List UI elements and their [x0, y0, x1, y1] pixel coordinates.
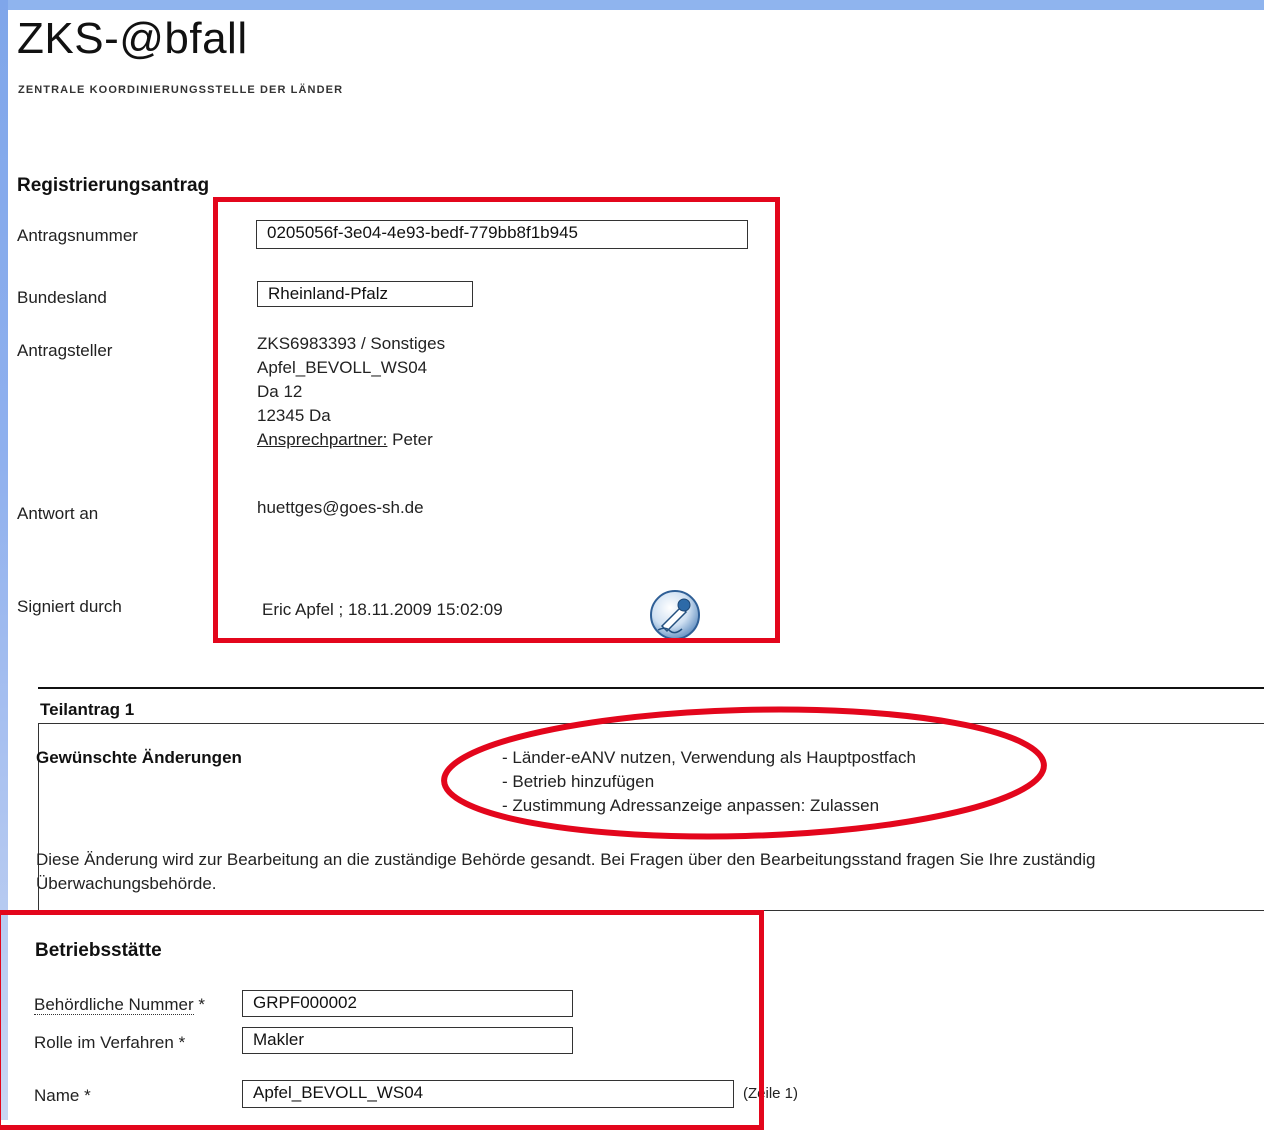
- highlight-changes-ellipse: [441, 706, 1047, 840]
- info-note: Diese Änderung wird zur Bearbeitung an d…: [36, 848, 1095, 896]
- section-divider: [38, 687, 1264, 689]
- info-note-line: Diese Änderung wird zur Bearbeitung an d…: [36, 850, 1096, 869]
- page: ZKS-@bfall ZENTRALE KOORDINIERUNGSSTELLE…: [0, 10, 1264, 1130]
- highlight-registration-box: [213, 197, 780, 643]
- signiert-durch-label: Signiert durch: [17, 597, 122, 616]
- antwort-an-label: Antwort an: [17, 504, 99, 523]
- logo-subtitle: ZENTRALE KOORDINIERUNGSSTELLE DER LÄNDER: [18, 84, 344, 96]
- window-top-border: [0, 0, 1264, 10]
- teilantrag-heading: Teilantrag 1: [40, 700, 135, 719]
- bundesland-label: Bundesland: [17, 288, 107, 307]
- highlight-betriebsstaette-box: [0, 910, 764, 1130]
- zks-logo: ZKS-@bfall: [17, 14, 248, 63]
- registrierungsantrag-heading: Registrierungsantrag: [17, 175, 210, 196]
- antragsnummer-label: Antragsnummer: [17, 226, 138, 245]
- antragsteller-label: Antragsteller: [17, 341, 113, 360]
- info-note-line: Überwachungsbehörde.: [36, 874, 217, 893]
- gewuenschte-aenderungen-label: Gewünschte Änderungen: [36, 748, 242, 767]
